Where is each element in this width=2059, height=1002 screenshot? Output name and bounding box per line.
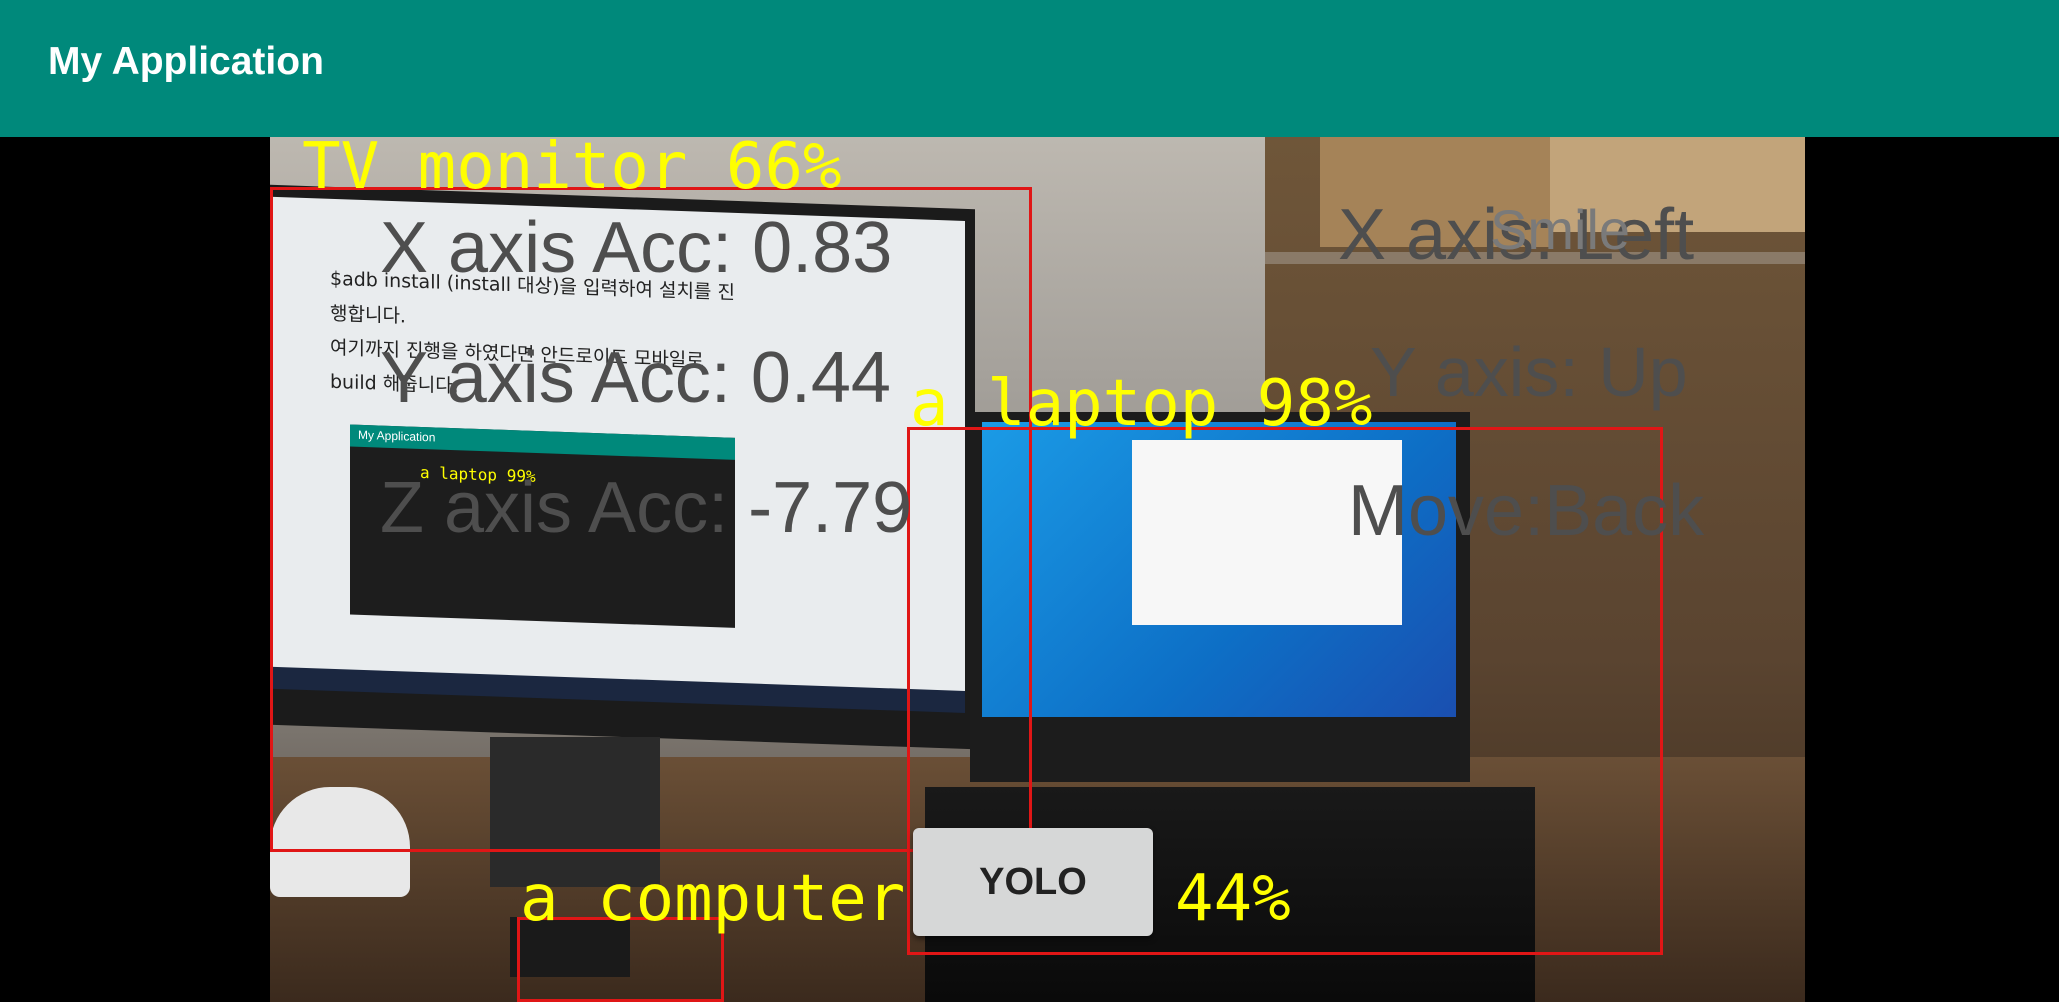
yolo-button[interactable]: YOLO xyxy=(913,828,1153,936)
laptop-label: a laptop 98% xyxy=(910,367,1373,441)
tv-monitor-label: a TV monitor 66% xyxy=(270,137,842,204)
x-axis-acc: X axis Acc: 0.83 xyxy=(380,208,893,288)
y-axis-direction: Y axis: Up xyxy=(1370,333,1688,411)
move-direction: Move:Back xyxy=(1348,471,1705,551)
y-axis-acc: Y axis Acc: 0.44 xyxy=(380,338,891,418)
z-axis-acc: Z axis Acc: -7.79 xyxy=(380,468,913,548)
smile-status: Smile xyxy=(1490,198,1631,261)
app-title: My Application xyxy=(48,40,324,83)
mouse-label: a computer mouse 44% xyxy=(520,862,1291,936)
app-bar: My Application xyxy=(0,0,2059,137)
